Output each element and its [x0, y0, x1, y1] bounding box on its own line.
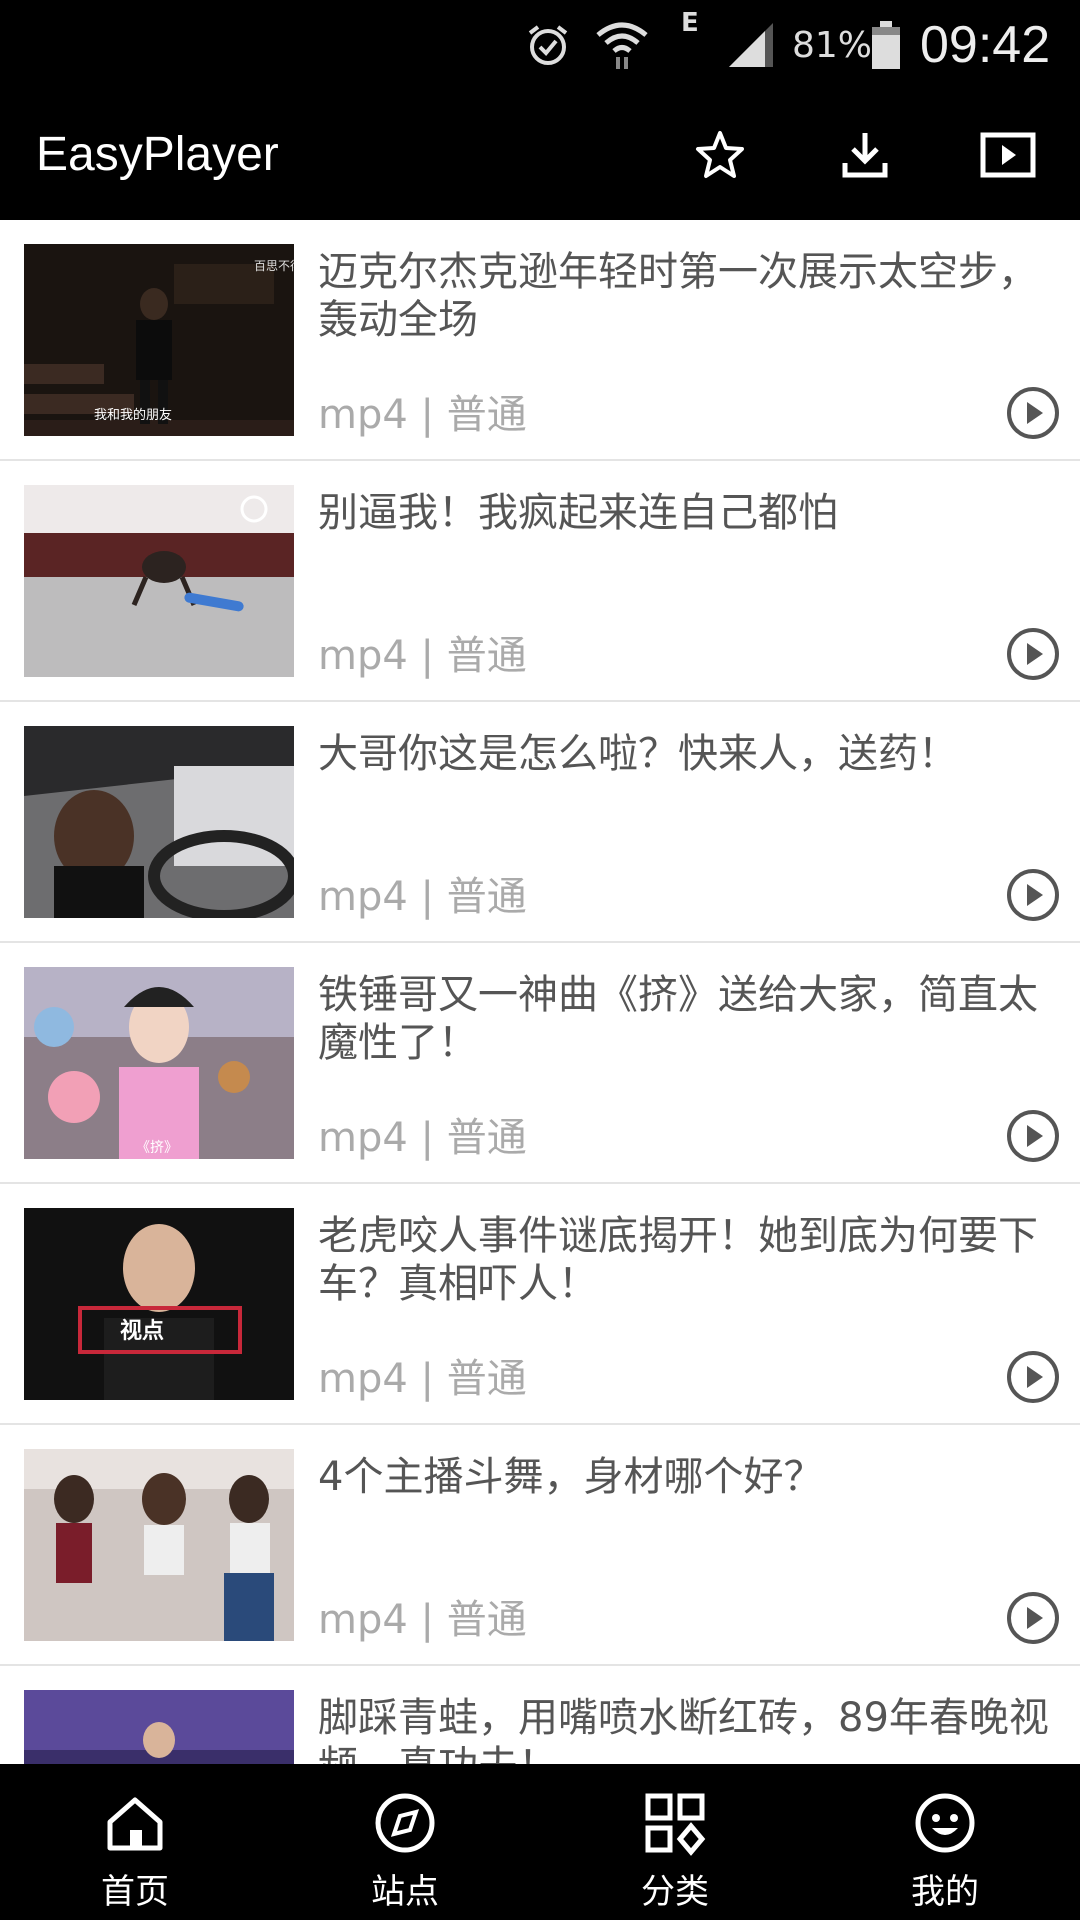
bottom-navigation: 首页 站点 分类 我的	[0, 1764, 1080, 1920]
nav-sites-label: 站点	[371, 1872, 439, 1912]
local-play-button[interactable]	[968, 115, 1048, 195]
alarm-icon	[524, 0, 572, 90]
video-list-item[interactable]: 别逼我！我疯起来连自己都怕 mp4 | 普通	[0, 461, 1080, 702]
video-thumbnail: 百思不得姐 我和我的朋友	[24, 244, 294, 436]
play-circle-icon	[1007, 1110, 1059, 1162]
play-circle-icon	[1007, 869, 1059, 921]
status-bar: E 81% 09:42	[0, 0, 1080, 90]
wifi-icon	[594, 0, 650, 90]
nav-home[interactable]: 首页	[0, 1764, 270, 1920]
video-thumbnail	[24, 726, 294, 918]
play-screen-icon	[980, 132, 1036, 178]
video-meta: mp4 | 普通	[318, 1597, 527, 1643]
play-button[interactable]	[1004, 1348, 1062, 1406]
download-icon	[842, 133, 888, 178]
video-meta: mp4 | 普通	[318, 633, 527, 679]
nav-sites[interactable]: 站点	[270, 1764, 540, 1920]
video-thumbnail: 《挤》	[24, 967, 294, 1159]
svg-text:视点: 视点	[120, 1318, 164, 1344]
video-list-item[interactable]: 视点 老虎咬人事件谜底揭开！她到底为何要下车？真相吓人！ mp4 | 普通	[0, 1184, 1080, 1425]
video-thumbnail	[24, 1449, 294, 1641]
nav-home-label: 首页	[101, 1872, 169, 1912]
video-meta: mp4 | 普通	[318, 392, 527, 438]
video-list-item[interactable]: 脚踩青蛙，用嘴喷水断红砖，89年春晚视频，真功夫！	[0, 1666, 1080, 1764]
video-list-item[interactable]: 《挤》 铁锤哥又一神曲《挤》送给大家，简直太魔性了！ mp4 | 普通	[0, 943, 1080, 1184]
network-type-label: E	[681, 8, 699, 38]
play-button[interactable]	[1004, 625, 1062, 683]
video-title: 大哥你这是怎么啦？快来人，送药！	[318, 731, 958, 777]
video-meta: mp4 | 普通	[318, 1356, 527, 1402]
video-meta: mp4 | 普通	[318, 874, 527, 920]
video-list-item[interactable]: 百思不得姐 我和我的朋友 迈克尔杰克逊年轻时第一次展示太空步，轰动全场 mp4 …	[0, 220, 1080, 461]
play-circle-icon	[1007, 387, 1059, 439]
nav-mine[interactable]: 我的	[810, 1764, 1080, 1920]
nav-category-label: 分类	[641, 1872, 709, 1912]
clock-time: 09:42	[920, 16, 1051, 74]
video-title: 别逼我！我疯起来连自己都怕	[318, 490, 838, 536]
video-title: 迈克尔杰克逊年轻时第一次展示太空步，轰动全场	[318, 249, 1038, 343]
app-title: EasyPlayer	[36, 128, 279, 181]
video-meta: mp4 | 普通	[318, 1115, 527, 1161]
app-bar: EasyPlayer	[0, 90, 1080, 220]
play-button[interactable]	[1004, 866, 1062, 924]
video-thumbnail	[24, 485, 294, 677]
video-title: 铁锤哥又一神曲《挤》送给大家，简直太魔性了！	[318, 972, 1038, 1066]
video-list-item[interactable]: 大哥你这是怎么啦？快来人，送药！ mp4 | 普通	[0, 702, 1080, 943]
svg-text:我和我的朋友: 我和我的朋友	[94, 407, 172, 423]
signal-icon	[725, 0, 777, 90]
favorites-button[interactable]	[680, 115, 760, 195]
star-icon	[696, 131, 744, 178]
play-button[interactable]	[1004, 1589, 1062, 1647]
battery-icon	[870, 0, 902, 90]
svg-text:百思不得姐: 百思不得姐	[254, 258, 294, 273]
video-title: 4个主播斗舞，身材哪个好？	[318, 1454, 824, 1500]
play-button[interactable]	[1004, 1107, 1062, 1165]
video-list: 百思不得姐 我和我的朋友 迈克尔杰克逊年轻时第一次展示太空步，轰动全场 mp4 …	[0, 220, 1080, 1764]
battery-percent: 81%	[792, 24, 873, 66]
video-title: 老虎咬人事件谜底揭开！她到底为何要下车？真相吓人！	[318, 1213, 1038, 1307]
play-circle-icon	[1007, 1592, 1059, 1644]
video-list-item[interactable]: 4个主播斗舞，身材哪个好？ mp4 | 普通	[0, 1425, 1080, 1666]
home-icon	[107, 1797, 163, 1851]
svg-text:《挤》: 《挤》	[136, 1140, 178, 1156]
nav-category[interactable]: 分类	[540, 1764, 810, 1920]
download-button[interactable]	[825, 115, 905, 195]
video-title: 脚踩青蛙，用嘴喷水断红砖，89年春晚视频，真功夫！	[318, 1695, 1049, 1764]
compass-icon	[375, 1793, 435, 1853]
nav-mine-label: 我的	[911, 1872, 979, 1912]
video-thumbnail: 视点	[24, 1208, 294, 1400]
play-button[interactable]	[1004, 384, 1062, 442]
play-circle-icon	[1007, 1351, 1059, 1403]
smiley-profile-icon	[915, 1793, 975, 1853]
category-grid-icon	[645, 1793, 706, 1856]
play-circle-icon	[1007, 628, 1059, 680]
video-thumbnail	[24, 1690, 294, 1764]
